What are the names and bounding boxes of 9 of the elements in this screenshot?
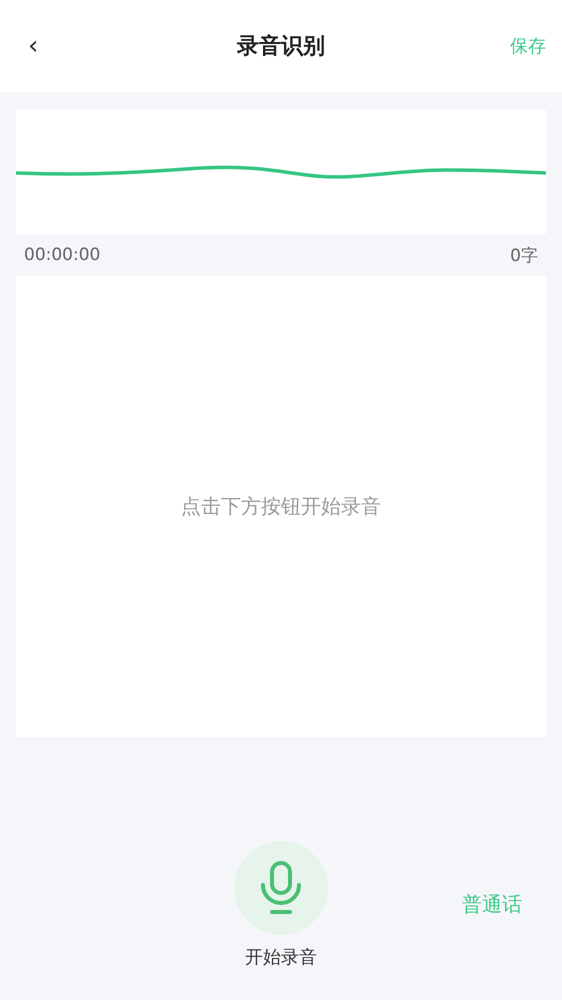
elapsed-time: 00:00:00 [24,245,100,265]
page-title: 录音识别 [237,34,325,59]
transcript-field[interactable]: 点击下方按钮开始录音 [16,276,546,737]
character-count: 0字 [510,244,538,266]
record-label: 开始录音 [245,946,317,969]
save-button[interactable]: 保存 [510,34,546,58]
language-button[interactable]: 普通话 [462,891,522,918]
microphone-icon [258,861,304,915]
back-button[interactable]: ‹ [22,31,44,61]
